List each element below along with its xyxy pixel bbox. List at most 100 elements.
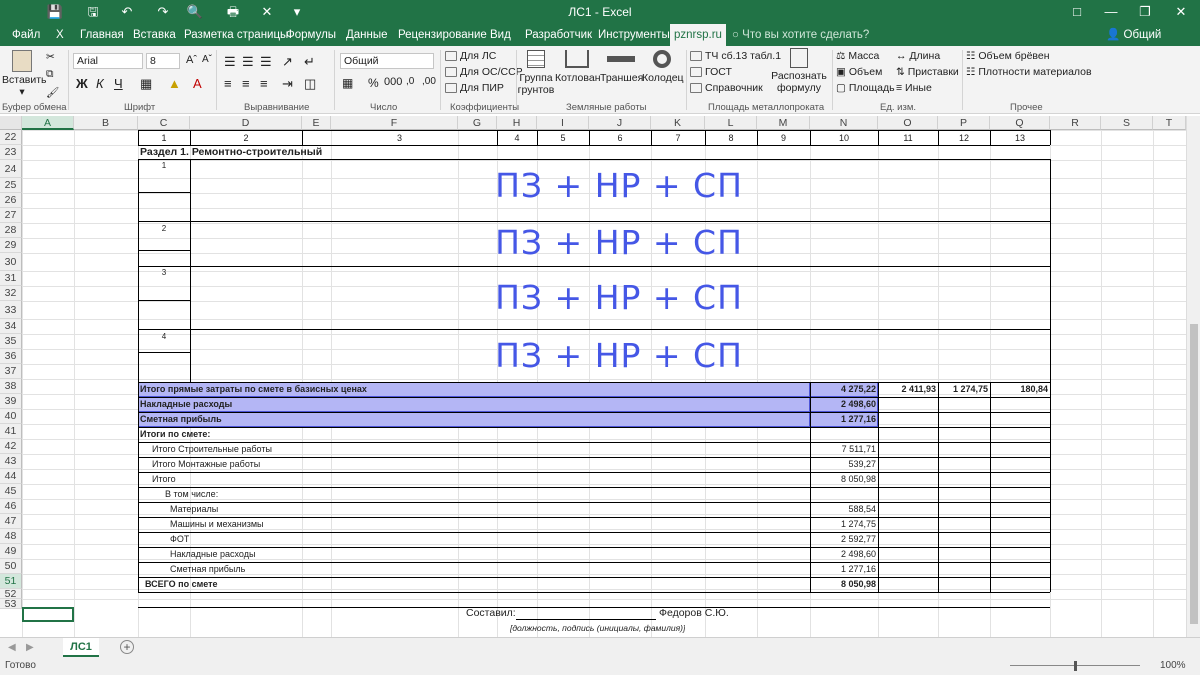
align-center-icon[interactable]: ≡ [242,76,250,91]
fill-color-icon[interactable]: ▲ [168,76,181,91]
undo-icon[interactable]: ↶ [112,0,142,24]
align-left-icon[interactable]: ≡ [224,76,232,91]
row-header-30[interactable]: 30 [0,253,22,271]
column-header-s[interactable]: S [1101,116,1153,130]
merge-cells-icon[interactable]: ◫ [304,76,316,92]
summary-value[interactable]: 2 592,77 [812,532,876,546]
paste-button[interactable]: Вставить ▾ [2,50,47,98]
underline-button[interactable]: Ч [114,76,123,91]
item-number[interactable]: 4 [140,330,188,344]
row-header-26[interactable]: 26 [0,193,22,208]
summary-label[interactable]: Сметная прибыль [170,562,245,576]
grand-total-n[interactable]: 8 050,98 [812,577,876,591]
vertical-scrollbar[interactable] [1186,116,1200,637]
sheet-tab-ls1[interactable]: ЛС1 [63,638,99,657]
tab-formulas[interactable]: Формулы [286,24,336,46]
row-header-40[interactable]: 40 [0,409,22,424]
recognize-formula-button[interactable]: Распознать формулу [770,48,828,94]
unit-area-button[interactable]: ▢ Площадь [836,82,895,94]
item-formula[interactable]: ПЗ + НР + СП [190,223,1048,262]
grand-total-label[interactable]: ВСЕГО по смете [145,577,218,591]
select-all-corner[interactable] [0,116,22,130]
orientation-icon[interactable]: ↗ [282,54,293,70]
summary-value[interactable]: 8 050,98 [812,472,876,486]
tab-insert[interactable]: Вставка [133,24,176,46]
summary-label[interactable]: ФОТ [170,532,189,546]
header-number[interactable]: 13 [990,131,1050,145]
percent-icon[interactable]: % [368,76,379,90]
header-number[interactable]: 2 [190,131,302,145]
summary-label[interactable]: Накладные расходы [170,547,255,561]
redo-icon[interactable]: ↷ [148,0,178,24]
row-header-43[interactable]: 43 [0,454,22,469]
log-volume-button[interactable]: ☷ Объем брёвен [966,50,1050,62]
unit-volume-button[interactable]: ▣ Объем [836,66,882,78]
row-header-29[interactable]: 29 [0,238,22,253]
gost-button[interactable]: ГОСТ [690,66,732,78]
total-direct-costs-label[interactable]: Итого прямые затраты по смете в базисных… [140,382,367,396]
column-header-o[interactable]: O [878,116,938,130]
row-header-23[interactable]: 23 [0,145,22,160]
profit-n[interactable]: 1 277,16 [812,412,876,426]
thousands-icon[interactable]: 000 [384,76,402,88]
summary-label[interactable]: Материалы [170,502,218,516]
row-header-37[interactable]: 37 [0,364,22,379]
row-header-31[interactable]: 31 [0,271,22,286]
header-number[interactable]: 1 [138,131,190,145]
unit-other-button[interactable]: ≡ Иные [896,82,932,94]
column-header-c[interactable]: C [138,116,190,130]
row-header-24[interactable]: 24 [0,160,22,178]
add-sheet-icon[interactable]: + [120,640,134,654]
reference-button[interactable]: Справочник [690,82,763,94]
print-icon[interactable]: 🖶 [218,0,248,24]
column-header-a[interactable]: A [22,116,74,130]
column-header-t[interactable]: T [1153,116,1186,130]
tab-review[interactable]: Рецензирование [398,24,487,46]
column-header-p[interactable]: P [938,116,990,130]
header-number[interactable]: 11 [878,131,938,145]
total-direct-costs-q[interactable]: 180,84 [990,382,1048,396]
row-header-49[interactable]: 49 [0,544,22,559]
summary-label[interactable]: Итого Строительные работы [152,442,272,456]
decrease-decimal-icon[interactable]: ,00 [422,76,436,87]
summary-value[interactable]: 588,54 [812,502,876,516]
summary-value[interactable]: 2 498,60 [812,547,876,561]
cut-icon[interactable]: ✂ [46,51,55,63]
coef-pir-button[interactable]: Для ПИР [445,82,504,94]
overhead-label[interactable]: Накладные расходы [140,397,232,411]
qat-more-icon[interactable]: ▾ [282,0,312,24]
summary-value[interactable]: 1 277,16 [812,562,876,576]
item-formula[interactable]: ПЗ + НР + СП [190,278,1048,317]
header-number[interactable]: 9 [757,131,810,145]
row-header-36[interactable]: 36 [0,349,22,364]
zoom-slider-knob[interactable] [1074,661,1077,671]
save-icon[interactable]: 💾 [40,0,70,24]
summary-title[interactable]: Итоги по смете: [140,427,210,441]
column-header-h[interactable]: H [497,116,537,130]
row-header-34[interactable]: 34 [0,319,22,334]
pit-button[interactable]: Котлован [555,50,601,84]
row-header-44[interactable]: 44 [0,469,22,484]
column-header-n[interactable]: N [810,116,878,130]
copy-icon[interactable]: ⧉ [46,68,54,81]
active-cell-a51[interactable] [22,607,74,622]
column-header-k[interactable]: K [651,116,705,130]
tab-developer[interactable]: Разработчик [525,24,592,46]
header-number[interactable]: 7 [651,131,705,145]
signature-hint[interactable]: [должность, подпись (инициалы, фамилия)] [510,621,685,635]
item-number[interactable]: 3 [140,266,188,280]
row-header-53[interactable]: 53 [0,598,22,610]
tch-button[interactable]: ТЧ сб.13 табл.1 [690,50,781,62]
column-header-r[interactable]: R [1050,116,1101,130]
column-header-d[interactable]: D [190,116,302,130]
tab-view[interactable]: Вид [490,24,511,46]
currency-icon[interactable]: ▦ [342,76,353,90]
trench-button[interactable]: Траншея [600,50,643,84]
header-number[interactable]: 5 [537,131,589,145]
summary-label[interactable]: Итого Монтажные работы [152,457,260,471]
tell-me-search[interactable]: ○ Что вы хотите сделать? [732,24,869,46]
header-number[interactable]: 10 [810,131,878,145]
column-header-g[interactable]: G [458,116,497,130]
header-number[interactable]: 12 [938,131,990,145]
row-header-45[interactable]: 45 [0,484,22,499]
